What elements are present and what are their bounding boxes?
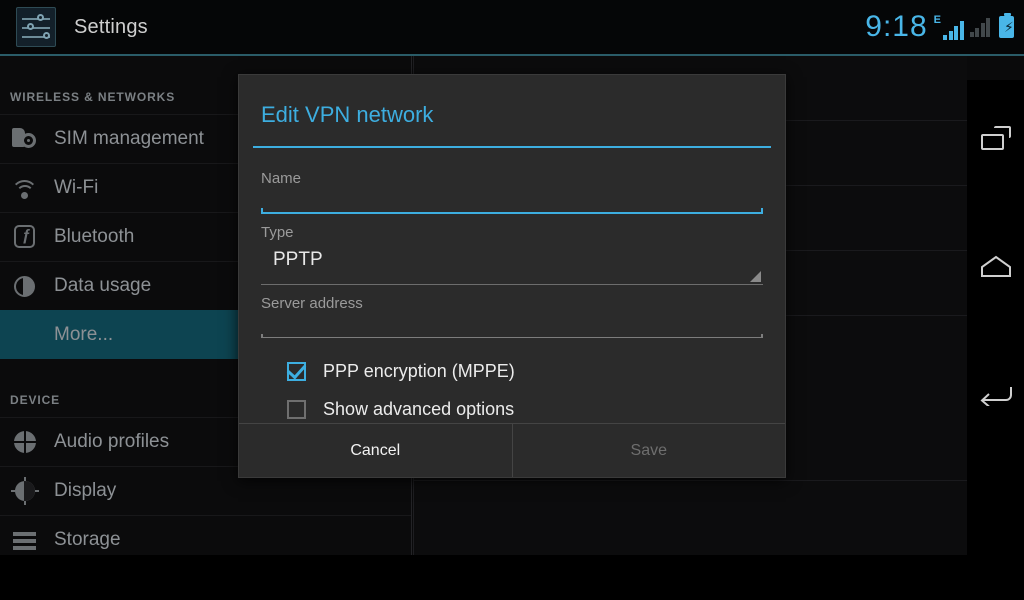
dialog-body: Name Type PPTP Server address PPP encryp… <box>239 148 785 428</box>
back-button[interactable] <box>967 342 1024 446</box>
type-field-group: Type PPTP <box>261 224 763 285</box>
system-navigation-bar <box>967 80 1024 555</box>
settings-sliders-icon <box>16 7 56 47</box>
ppp-encryption-label: PPP encryption (MPPE) <box>323 360 515 381</box>
ppp-encryption-checkbox[interactable] <box>287 361 306 381</box>
chevron-down-icon <box>750 271 761 282</box>
show-advanced-options-label: Show advanced options <box>323 398 515 419</box>
data-usage-icon <box>10 271 40 301</box>
sidebar-item-label: Data usage <box>54 275 152 296</box>
type-field-label: Type <box>261 224 294 241</box>
spinner-underline <box>261 284 763 285</box>
sidebar-item-label: Wi-Fi <box>54 177 99 198</box>
signal-bars-icon <box>969 17 990 37</box>
sidebar-item-label: Storage <box>54 529 121 550</box>
charging-bolt-icon: ⚡ <box>1004 19 1014 35</box>
edit-vpn-network-dialog: Edit VPN network Name Type PPTP Server a… <box>238 74 786 478</box>
server-address-field-label: Server address <box>261 295 363 312</box>
signal-bars-icon <box>943 20 964 40</box>
storage-icon <box>10 525 40 555</box>
network-type-label: E <box>933 13 941 26</box>
signal-group-sim1: E <box>933 13 964 40</box>
save-button[interactable]: Save <box>513 424 786 477</box>
display-brightness-icon <box>10 476 40 506</box>
sidebar-item-label: Audio profiles <box>54 431 170 452</box>
show-advanced-options-checkbox[interactable] <box>287 399 306 419</box>
sim-card-icon <box>10 124 40 154</box>
wifi-icon <box>10 173 40 203</box>
sidebar-item-label: SIM management <box>54 128 204 149</box>
sidebar-item-storage[interactable]: Storage <box>0 515 411 564</box>
server-address-field-group: Server address <box>261 295 763 338</box>
cancel-button[interactable]: Cancel <box>239 424 513 477</box>
bluetooth-icon: ƒ <box>10 222 40 252</box>
dialog-title: Edit VPN network <box>261 102 434 127</box>
battery-charging-icon: ⚡ <box>999 13 1014 38</box>
type-spinner[interactable]: PPTP <box>261 245 763 285</box>
name-input[interactable] <box>261 208 763 214</box>
server-address-input[interactable] <box>261 334 763 338</box>
list-item[interactable] <box>414 480 967 555</box>
page-title: Settings <box>74 15 148 38</box>
sidebar-item-label: Display <box>54 480 117 501</box>
back-icon <box>979 382 1013 408</box>
sidebar-item-label: More... <box>54 324 114 345</box>
home-button[interactable] <box>967 214 1024 318</box>
status-bar: 9:18 E ⚡ <box>865 12 1014 42</box>
home-icon <box>980 255 1012 277</box>
sidebar-item-label: Bluetooth <box>54 226 135 247</box>
recents-button[interactable] <box>967 86 1024 190</box>
name-field-label: Name <box>261 170 302 187</box>
dialog-button-bar: Cancel Save <box>239 423 785 477</box>
audio-profiles-icon <box>10 427 40 457</box>
android-settings-screen: Settings 9:18 E ⚡ WIRELESS & NETWORKS SI… <box>0 0 1024 600</box>
name-field-group: Name <box>261 170 763 214</box>
status-clock: 9:18 <box>865 10 928 43</box>
action-bar: Settings 9:18 E ⚡ <box>0 0 1024 56</box>
type-spinner-value: PPTP <box>273 249 323 270</box>
recents-icon <box>980 126 1011 150</box>
ppp-encryption-row[interactable]: PPP encryption (MPPE) <box>261 352 763 390</box>
